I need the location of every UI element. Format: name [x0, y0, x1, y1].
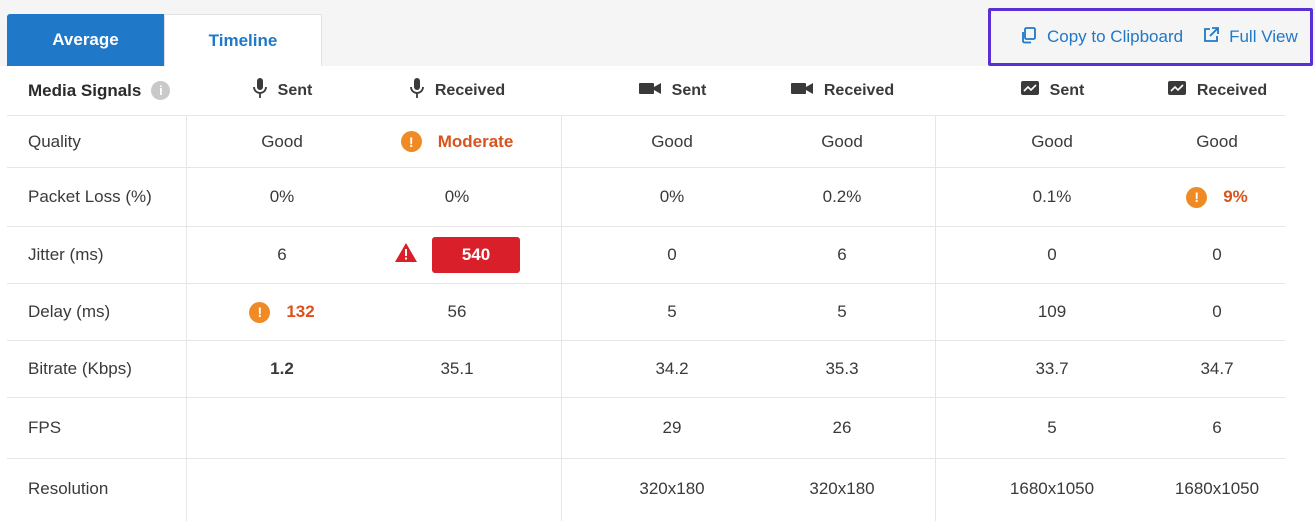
tab-timeline[interactable]: Timeline — [164, 14, 322, 66]
table-cell: 109 — [1037, 302, 1067, 321]
full-view-label: Full View — [1229, 27, 1298, 46]
table-cell: 0% — [269, 187, 295, 206]
column-header-video-received: Received — [762, 66, 922, 115]
table-cell: 35.3 — [825, 359, 859, 378]
full-view-button[interactable]: Full View — [1201, 25, 1298, 50]
table-cell: 1680x1050 — [1009, 479, 1095, 498]
column-header-label: Received — [1196, 81, 1268, 99]
row-label: Bitrate (Kbps) — [28, 359, 132, 378]
actions-highlight: Copy to Clipboard Full View — [988, 8, 1313, 66]
screen-share-icon — [1167, 79, 1187, 102]
table-cell: 320x180 — [809, 479, 875, 498]
table-cell: 1.2 — [270, 359, 294, 378]
column-header-label: Received — [823, 81, 895, 99]
column-header-label: Sent — [671, 81, 707, 99]
table-row-packet-loss: Packet Loss (%) 0% 0% 0% 0.2% 0.1% ! 9% — [7, 168, 1285, 227]
table-row-bitrate: Bitrate (Kbps) 1.2 35.1 34.2 35.3 33.7 3… — [7, 341, 1285, 398]
table-cell: 5 — [1047, 418, 1057, 437]
table-cell: 0% — [444, 187, 470, 206]
copy-to-clipboard-label: Copy to Clipboard — [1047, 27, 1184, 46]
column-header-screen-received: Received — [1137, 66, 1297, 115]
table-cell: 5 — [837, 302, 847, 321]
table-cell: Good — [261, 131, 303, 151]
column-header-screen-sent: Sent — [977, 66, 1127, 115]
table-row-jitter: Jitter (ms) 6 540 0 6 0 0 — [7, 227, 1285, 284]
tab-average[interactable]: Average — [7, 14, 164, 66]
table-cell — [377, 398, 537, 458]
critical-value-badge: 540 — [432, 237, 520, 273]
warning-value: 132 — [286, 302, 315, 321]
column-header-label: Sent — [277, 81, 313, 99]
row-label: Resolution — [28, 479, 109, 498]
table-cell: 0.1% — [1032, 187, 1072, 206]
info-icon[interactable]: i — [151, 81, 171, 100]
top-bar: Average Timeline Copy to Clipboard Full … — [0, 0, 1315, 66]
table-row-quality: Quality Good ! Moderate Good Good Good G… — [7, 116, 1285, 168]
table-row-fps: FPS 29 26 5 6 — [7, 398, 1285, 459]
table-cell-warning: ! 9% — [1137, 168, 1297, 226]
table-cell: 0 — [1047, 245, 1057, 264]
warning-value: Moderate — [437, 131, 514, 151]
screen-share-icon — [1020, 79, 1040, 102]
table-row-resolution: Resolution 320x180 320x180 1680x1050 168… — [7, 459, 1285, 519]
table-cell: 5 — [667, 302, 677, 321]
table-cell: 6 — [1212, 418, 1222, 437]
warning-icon: ! — [400, 131, 422, 152]
warning-icon: ! — [1186, 186, 1208, 208]
table-cell-critical: 540 — [367, 227, 547, 283]
microphone-icon — [252, 77, 268, 104]
table-cell: 29 — [662, 418, 682, 437]
table-cell: 6 — [837, 245, 847, 264]
table-title: Media Signals i — [7, 66, 186, 115]
row-label: Quality — [28, 131, 81, 151]
table-cell: 26 — [832, 418, 852, 437]
table-cell: Good — [1196, 131, 1238, 151]
column-header-label: Sent — [1049, 81, 1085, 99]
table-cell: 34.7 — [1200, 359, 1234, 378]
table-cell — [377, 459, 537, 519]
table-cell: 0 — [667, 245, 677, 264]
table-cell: 56 — [447, 302, 467, 321]
row-label: FPS — [28, 418, 62, 437]
video-camera-icon — [638, 80, 662, 101]
table-cell: 1680x1050 — [1174, 479, 1260, 498]
table-cell: Good — [651, 131, 693, 151]
table-cell — [207, 459, 357, 519]
table-cell: 33.7 — [1035, 359, 1069, 378]
table-cell: Good — [1031, 131, 1073, 151]
microphone-icon — [409, 77, 425, 104]
table-title-text: Media Signals — [28, 80, 142, 100]
column-header-video-sent: Sent — [597, 66, 747, 115]
table-cell: 320x180 — [639, 479, 705, 498]
table-cell-warning: ! 132 — [207, 284, 357, 340]
warning-value: 9% — [1223, 187, 1248, 206]
copy-icon — [1019, 25, 1039, 50]
table-cell: 34.2 — [655, 359, 689, 378]
alert-triangle-icon — [394, 242, 418, 268]
table-cell: 0 — [1212, 302, 1222, 321]
column-header-audio-sent: Sent — [207, 66, 357, 115]
media-signals-table: Media Signals i Sent Received Sent Recei… — [7, 66, 1307, 521]
table-cell: Good — [821, 131, 863, 151]
table-cell: 0.2% — [822, 187, 862, 206]
row-label: Packet Loss (%) — [28, 187, 152, 206]
external-link-icon — [1201, 25, 1221, 50]
table-cell-warning: ! Moderate — [377, 116, 537, 167]
video-camera-icon — [790, 80, 814, 101]
table-cell: 0% — [659, 187, 685, 206]
column-header-label: Received — [434, 81, 506, 99]
table-header-row: Media Signals i Sent Received Sent Recei… — [7, 66, 1285, 116]
table-cell: 35.1 — [440, 359, 474, 378]
column-header-audio-received: Received — [377, 66, 537, 115]
table-cell: 6 — [277, 245, 287, 264]
table-cell — [207, 398, 357, 458]
table-row-delay: Delay (ms) ! 132 56 5 5 109 0 — [7, 284, 1285, 341]
warning-icon: ! — [249, 301, 271, 323]
row-label: Jitter (ms) — [28, 245, 104, 264]
row-label: Delay (ms) — [28, 302, 111, 321]
table-cell: 0 — [1212, 245, 1222, 264]
copy-to-clipboard-button[interactable]: Copy to Clipboard — [1019, 25, 1183, 50]
